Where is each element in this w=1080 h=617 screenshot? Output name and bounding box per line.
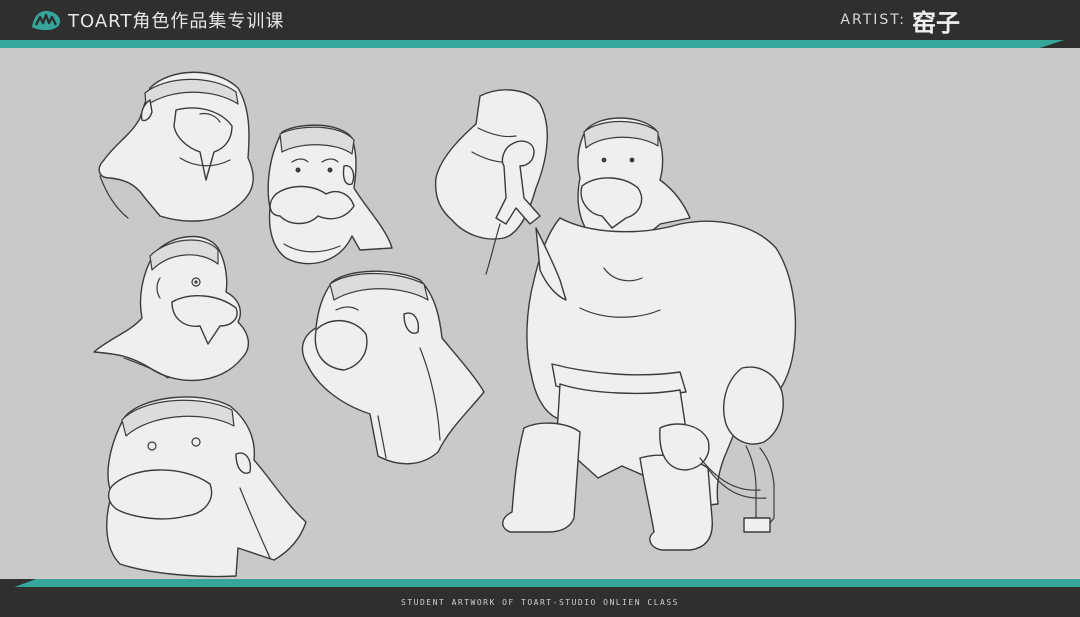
head-sketch-1 [98, 71, 254, 222]
head-sketch-5 [106, 396, 307, 578]
toart-logo-icon [32, 11, 60, 30]
artist-credit: ARTIST: 窑子 [840, 4, 960, 37]
footer-caption: STUDENT ARTWORK OF TOART-STUDIO ONLIEN C… [401, 597, 679, 607]
fullbody-sketch [434, 89, 797, 551]
artist-name: 窑子 [912, 8, 960, 37]
sketch-canvas [0, 48, 1080, 579]
artist-label: ARTIST: [840, 12, 906, 28]
character-sketch-sheet [93, 71, 797, 578]
brand: TOART角色作品集专训课 [30, 6, 284, 34]
header-accent-stripe [0, 40, 1080, 48]
head-sketch-3 [93, 235, 249, 382]
brand-title: TOART角色作品集专训课 [68, 11, 285, 32]
head-sketch-2 [267, 124, 393, 265]
head-sketch-4 [301, 270, 485, 465]
header-bar: TOART角色作品集专训课 ARTIST: 窑子 [0, 0, 1080, 40]
footer-bar: STUDENT ARTWORK OF TOART-STUDIO ONLIEN C… [0, 587, 1080, 617]
footer-accent-stripe [0, 579, 1080, 587]
artwork-frame: TOART角色作品集专训课 ARTIST: 窑子 STUDENT ARTWORK… [0, 0, 1080, 617]
